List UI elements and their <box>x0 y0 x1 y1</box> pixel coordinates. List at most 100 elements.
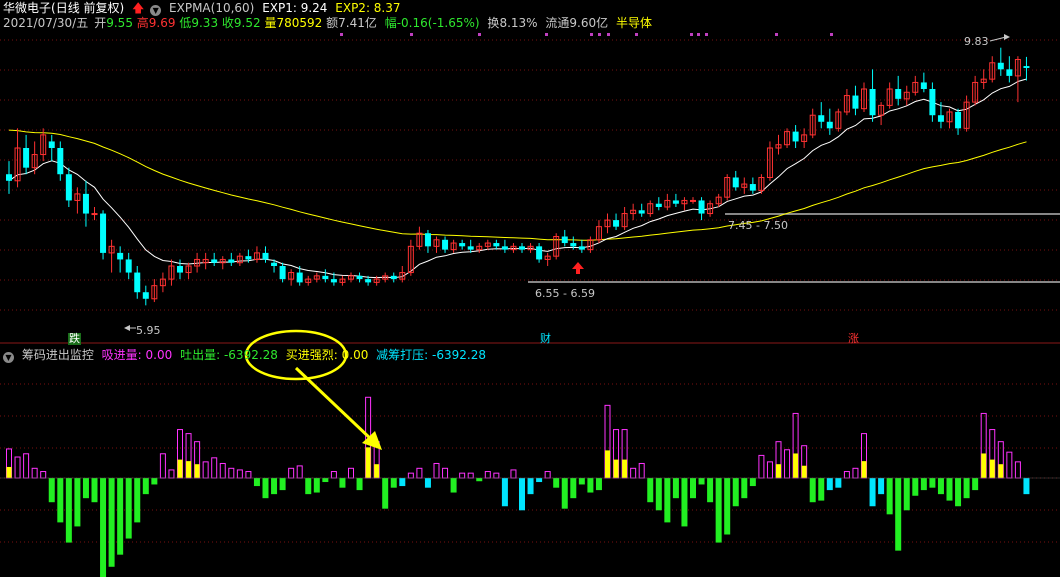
reduce-label: 减筹打压: <box>376 348 429 362</box>
candle-body <box>690 199 696 202</box>
spit-bar <box>142 478 149 495</box>
min-pointer-icon <box>124 325 130 331</box>
strong-buy-bar <box>177 459 183 478</box>
chart-header: 华微电子(日线 前复权) 🡅 ▼ EXPMA(10,60) EXP1: 9.24… <box>3 0 405 16</box>
chart-period[interactable]: (日线 前复权) <box>51 1 124 15</box>
spit-bar <box>339 478 346 488</box>
candle-body <box>493 243 500 247</box>
candle-body <box>48 141 55 148</box>
spit-bar <box>672 478 679 499</box>
high-label: 高 <box>136 16 149 30</box>
candle-body <box>211 259 218 263</box>
candle-body <box>519 246 525 250</box>
stock-chart[interactable] <box>0 0 1060 577</box>
absorb-bar <box>219 462 226 479</box>
absorb-bar <box>467 472 474 479</box>
turnover-label: 换 <box>487 16 500 30</box>
absorb-bar <box>14 456 21 479</box>
absorb-bar <box>211 457 218 479</box>
event-rise-marker[interactable]: 涨 <box>848 333 859 345</box>
spit-bar <box>715 478 722 543</box>
event-dot <box>697 33 700 36</box>
event-dot <box>590 33 593 36</box>
absorb-bar <box>442 467 449 479</box>
candle-body <box>442 239 449 250</box>
event-dot <box>340 33 343 36</box>
candle-body <box>91 213 98 216</box>
spit-bar <box>869 478 876 507</box>
candle-body <box>365 279 372 283</box>
close-value: 9.52 <box>233 16 261 30</box>
candle-body <box>672 200 679 204</box>
event-dot <box>635 33 638 36</box>
candle-body <box>228 259 235 263</box>
spit-bar <box>732 478 739 507</box>
spit-bar <box>390 478 397 488</box>
stock-name[interactable]: 华微电子 <box>3 1 51 15</box>
spit-bar <box>937 478 944 495</box>
candle-body <box>638 210 645 214</box>
indicator-name[interactable]: EXPMA(10,60) <box>169 1 254 15</box>
spit-bar <box>450 478 457 493</box>
spit-bar <box>519 478 525 511</box>
sector-tag[interactable]: 半导体 <box>616 16 652 30</box>
absorb-bar <box>1006 451 1013 479</box>
absorb-bar <box>407 472 414 479</box>
absorb-bar <box>228 467 235 479</box>
spit-bar <box>681 478 688 527</box>
candle-body <box>937 115 944 122</box>
candle-body <box>613 220 620 227</box>
absorb-bar <box>159 453 166 479</box>
exp2-value: EXP2: 8.37 <box>335 1 401 15</box>
change-label: 幅 <box>384 16 397 30</box>
spit-bar <box>946 478 953 501</box>
candle-body <box>869 89 876 116</box>
candle-body <box>920 82 927 89</box>
spit-bar <box>253 478 260 487</box>
spit-bar <box>707 478 714 503</box>
indicator-title[interactable]: 筹码进出监控 <box>22 348 94 362</box>
indicator-header: ▼ 筹码进出监控 吸进量: 0.00 吐出量: -6392.28 买进强烈: 0… <box>3 347 490 363</box>
candle-body <box>467 246 474 250</box>
spit-bar <box>536 478 543 483</box>
event-dot <box>705 33 708 36</box>
spit-bar <box>698 478 705 485</box>
spit-bar <box>134 478 141 523</box>
absorb-bar <box>40 471 47 479</box>
range-label-lower: 6.55 - 6.59 <box>535 287 595 300</box>
absorb-bar <box>484 471 491 479</box>
spit-bar <box>741 478 748 499</box>
candle-body <box>271 262 278 266</box>
spit-bar <box>724 478 731 535</box>
exp1-value: EXP1: 9.24 <box>262 1 328 15</box>
candle-body <box>732 177 739 188</box>
candle-body <box>262 252 269 260</box>
absorb-bar <box>784 449 791 479</box>
amount-label: 额 <box>326 16 339 30</box>
absorb-bar <box>23 453 30 479</box>
event-fall-marker[interactable]: 跌 <box>68 333 81 345</box>
spit-value: -6392.28 <box>223 348 278 362</box>
event-finance-marker[interactable]: 财 <box>540 333 551 345</box>
absorb-bar <box>31 467 38 479</box>
absorb-bar <box>459 472 466 479</box>
candle-body <box>245 256 252 260</box>
candle-body <box>117 252 124 260</box>
candle-body <box>1006 69 1013 76</box>
candle-body <box>818 115 825 122</box>
strong-buy-bar <box>194 464 200 478</box>
max-pointer-icon <box>1004 34 1010 40</box>
candle-body <box>852 95 859 109</box>
candle-body <box>578 246 585 250</box>
strong-buy-bar <box>622 459 628 478</box>
absorb-bar <box>843 471 850 479</box>
strong-buy-bar <box>776 464 781 478</box>
volume-label: 量 <box>264 16 277 30</box>
amount-value: 7.41亿 <box>338 16 377 30</box>
candle-body <box>561 236 568 244</box>
spit-bar <box>886 478 893 515</box>
chevron-down-icon[interactable]: ▼ <box>3 352 14 363</box>
strong-buy-bar <box>981 453 987 478</box>
min-price-label: 5.95 <box>136 324 161 337</box>
spit-bar <box>313 478 320 493</box>
